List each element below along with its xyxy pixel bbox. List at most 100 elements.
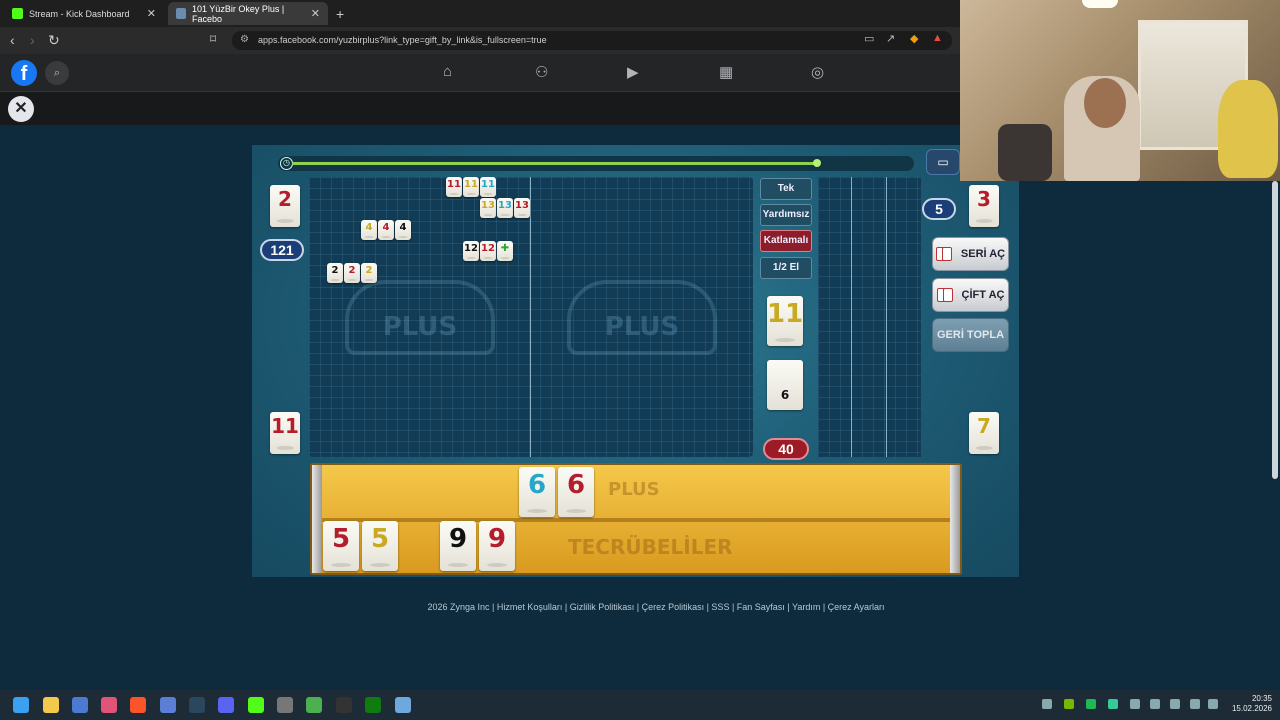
board-tile[interactable]: 4 [395, 220, 411, 240]
turn-timer: ◷ [278, 156, 914, 171]
time-text: 20:35 [1251, 694, 1272, 703]
draw-pile[interactable]: 6 [767, 360, 803, 410]
board-tile[interactable]: 11 [463, 177, 479, 197]
timer-progress [292, 162, 818, 165]
board-tile[interactable]: 13 [480, 198, 496, 218]
obs-icon[interactable] [277, 697, 293, 713]
rack-tile[interactable]: 5 [323, 521, 359, 571]
steam-icon[interactable] [189, 697, 205, 713]
rack-end-cap [950, 465, 960, 573]
tray-icon[interactable] [1108, 699, 1118, 709]
board-divider [530, 177, 531, 457]
tile-value: 2 [278, 187, 292, 211]
board-tile[interactable]: 13 [514, 198, 530, 218]
board-tile[interactable]: 11 [446, 177, 462, 197]
cift-ac-button[interactable]: ÇİFT AÇ [932, 278, 1009, 312]
forward-icon[interactable]: › [30, 32, 35, 48]
tile-value: 13 [515, 200, 529, 211]
share-icon[interactable]: ↗ [886, 32, 895, 45]
rack-tile[interactable]: 9 [479, 521, 515, 571]
site-info-icon[interactable]: ⚙ [240, 34, 249, 45]
facebook-logo-icon[interactable]: f [11, 60, 37, 86]
minecraft-icon[interactable] [306, 697, 322, 713]
mic-icon[interactable] [1170, 699, 1180, 709]
bottom-right-discard-tile[interactable]: 7 [969, 412, 999, 454]
usb-icon[interactable] [1150, 699, 1160, 709]
board-tile[interactable]: 2 [344, 263, 360, 283]
watermark-text: PLUS [382, 312, 458, 342]
kick-icon[interactable] [248, 697, 264, 713]
instagram-icon[interactable] [101, 697, 117, 713]
close-icon[interactable]: ✕ [8, 96, 34, 122]
tile-value: 9 [487, 524, 507, 554]
app-icon[interactable] [160, 697, 176, 713]
chat-button[interactable]: ▭ [926, 149, 960, 175]
rack-tile[interactable]: 9 [440, 521, 476, 571]
seri-ac-button[interactable]: SERİ AÇ [932, 237, 1009, 271]
marketplace-icon[interactable]: ▦ [719, 63, 733, 81]
tray-icon[interactable] [1130, 699, 1140, 709]
new-tab-icon[interactable]: + [336, 6, 344, 22]
page-scrollbar[interactable] [1272, 181, 1278, 479]
tab-kick-dashboard[interactable]: Stream - Kick Dashboard ✕ [4, 2, 164, 25]
friends-icon[interactable]: ⚇ [535, 63, 548, 81]
rack-tile[interactable]: 5 [362, 521, 398, 571]
tab-okey-plus[interactable]: 101 YüzBir Okey Plus | Facebo ✕ [168, 2, 328, 25]
close-tab-icon[interactable]: ✕ [147, 7, 156, 20]
clock[interactable]: 20:35 15.02.2026 [1226, 694, 1272, 714]
tile-value: 12 [464, 243, 478, 254]
reload-icon[interactable]: ↻ [48, 32, 60, 49]
remaining-count: 6 [780, 388, 790, 402]
nvidia-icon[interactable] [1064, 699, 1074, 709]
start-icon[interactable] [13, 697, 29, 713]
tile-value: 13 [498, 200, 512, 211]
back-icon[interactable]: ‹ [10, 32, 15, 48]
tile-value: 6 [527, 470, 547, 500]
board-tile[interactable]: 12 [463, 241, 479, 261]
epic-games-icon[interactable] [336, 697, 352, 713]
rack-tile[interactable]: 6 [519, 467, 555, 517]
board-tile[interactable]: 13 [497, 198, 513, 218]
tray-icon[interactable] [1086, 699, 1096, 709]
watermark-text: PLUS [604, 312, 680, 342]
close-tab-icon[interactable]: ✕ [311, 7, 320, 20]
xbox-icon[interactable] [365, 697, 381, 713]
right-player-discard-tile: 3 [969, 185, 999, 227]
cards-icon [936, 288, 957, 302]
network-icon[interactable] [1190, 699, 1200, 709]
video-icon[interactable]: ▶ [627, 63, 639, 81]
button-label: SERİ AÇ [960, 248, 1006, 260]
discord-icon[interactable] [218, 697, 234, 713]
groups-icon[interactable]: ◎ [811, 63, 824, 81]
board-tile[interactable]: ✚ [497, 241, 513, 261]
board-tile[interactable]: 4 [361, 220, 377, 240]
discard-lane-line [886, 177, 887, 457]
bookmark-icon[interactable]: ⌑ [210, 32, 216, 46]
windows-taskbar: 20:35 15.02.2026 [0, 690, 1280, 720]
player-rack[interactable]: PLUS TECRÜBELİLER [310, 463, 962, 575]
table-board[interactable]: PLUS PLUS [309, 177, 753, 457]
board-tile[interactable]: 11 [480, 177, 496, 197]
screen-icon[interactable]: ▭ [864, 32, 874, 45]
tile-value: 2 [365, 265, 373, 276]
file-explorer-icon[interactable] [43, 697, 59, 713]
button-label: GERİ TOPLA [936, 329, 1005, 341]
url-field[interactable]: ⚙ apps.facebook.com/yuzbirplus?link_type… [232, 31, 952, 50]
board-tile[interactable]: 12 [480, 241, 496, 261]
volume-icon[interactable] [1208, 699, 1218, 709]
tile-value: ✚ [500, 243, 510, 254]
brave-icon[interactable] [130, 697, 146, 713]
board-tile[interactable]: 4 [378, 220, 394, 240]
tray-icon[interactable] [1042, 699, 1052, 709]
app-icon[interactable] [72, 697, 88, 713]
search-icon[interactable]: ⌕ [45, 61, 69, 85]
brave-rewards-icon[interactable]: ▲ [932, 32, 943, 44]
home-icon[interactable]: ⌂ [443, 63, 452, 80]
board-tile[interactable]: 2 [361, 263, 377, 283]
board-tile[interactable]: 2 [327, 263, 343, 283]
geri-topla-button[interactable]: GERİ TOPLA [932, 318, 1009, 352]
mode-yarim-el: 1/2 El [760, 257, 812, 279]
brave-shield-icon[interactable]: ◆ [910, 32, 918, 45]
app-icon[interactable] [395, 697, 411, 713]
rack-tile[interactable]: 6 [558, 467, 594, 517]
